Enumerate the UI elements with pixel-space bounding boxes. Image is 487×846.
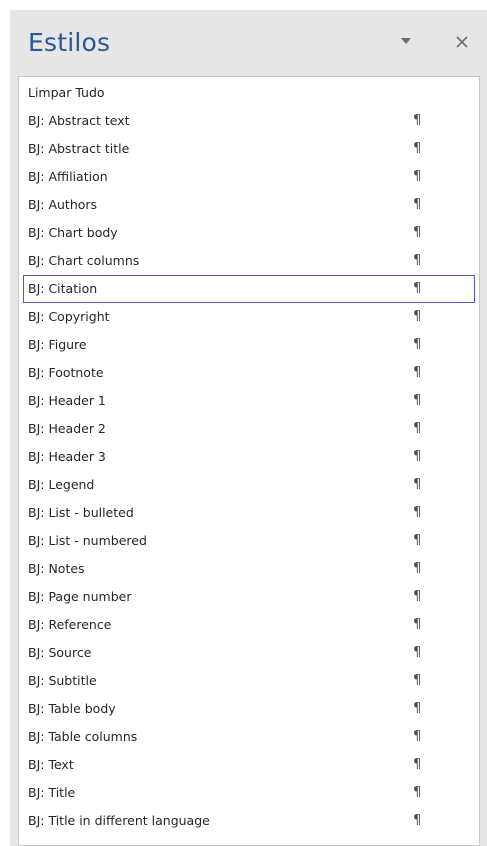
clear-all-item[interactable]: Limpar Tudo xyxy=(23,79,475,107)
paragraph-mark-icon: ¶ xyxy=(413,169,422,184)
paragraph-mark-icon: ¶ xyxy=(413,617,422,632)
paragraph-mark-icon: ¶ xyxy=(413,533,422,548)
style-item[interactable]: BJ: Abstract title ¶ xyxy=(23,135,475,163)
paragraph-mark-icon: ¶ xyxy=(413,113,422,128)
style-item[interactable]: BJ: List - bulleted ¶ xyxy=(23,499,475,527)
paragraph-mark-icon: ¶ xyxy=(413,393,422,408)
style-item[interactable]: BJ: Header 2 ¶ xyxy=(23,415,475,443)
style-item-label: BJ: Authors xyxy=(28,197,98,212)
style-item[interactable]: BJ: Table columns ¶ xyxy=(23,723,475,751)
pane-options-button[interactable] xyxy=(396,32,416,52)
style-item-label: BJ: Text xyxy=(28,757,74,772)
style-item-label: BJ: Abstract title xyxy=(28,141,130,156)
style-item-label: BJ: Footnote xyxy=(28,365,104,380)
style-item-label: BJ: Table body xyxy=(28,701,116,716)
pane-header: Estilos xyxy=(10,10,487,78)
paragraph-mark-icon: ¶ xyxy=(413,729,422,744)
paragraph-mark-icon: ¶ xyxy=(413,421,422,436)
style-item[interactable]: BJ: Footnote ¶ xyxy=(23,359,475,387)
paragraph-mark-icon: ¶ xyxy=(413,589,422,604)
style-item[interactable]: BJ: Reference ¶ xyxy=(23,611,475,639)
paragraph-mark-icon: ¶ xyxy=(413,365,422,380)
style-item[interactable]: BJ: Chart body ¶ xyxy=(23,219,475,247)
style-item[interactable]: BJ: Citation ¶ xyxy=(23,275,475,303)
paragraph-mark-icon: ¶ xyxy=(413,701,422,716)
style-item[interactable]: BJ: Source ¶ xyxy=(23,639,475,667)
pane-title: Estilos xyxy=(28,28,111,57)
paragraph-mark-icon: ¶ xyxy=(413,449,422,464)
style-item[interactable]: BJ: Header 1 ¶ xyxy=(23,387,475,415)
styles-list[interactable]: Limpar Tudo BJ: Abstract text ¶ BJ: Abstrac… xyxy=(18,76,480,846)
style-item-label: BJ: Notes xyxy=(28,561,85,576)
style-item-label: BJ: List - numbered xyxy=(28,533,147,548)
paragraph-mark-icon: ¶ xyxy=(413,505,422,520)
paragraph-mark-icon: ¶ xyxy=(413,477,422,492)
style-item-label: BJ: Chart body xyxy=(28,225,118,240)
style-item-label: BJ: List - bulleted xyxy=(28,505,134,520)
style-item[interactable]: BJ: Text ¶ xyxy=(23,751,475,779)
paragraph-mark-icon: ¶ xyxy=(413,141,422,156)
style-item-label: BJ: Subtitle xyxy=(28,673,97,688)
style-item[interactable]: BJ: Subtitle ¶ xyxy=(23,667,475,695)
style-item[interactable]: BJ: Page number ¶ xyxy=(23,583,475,611)
paragraph-mark-icon: ¶ xyxy=(413,309,422,324)
paragraph-mark-icon: ¶ xyxy=(413,197,422,212)
style-item-label: BJ: Title xyxy=(28,785,76,800)
style-item[interactable]: BJ: Title in different language ¶ xyxy=(23,807,475,835)
style-item-label: Limpar Tudo xyxy=(28,85,105,100)
paragraph-mark-icon: ¶ xyxy=(413,785,422,800)
paragraph-mark-icon: ¶ xyxy=(413,561,422,576)
close-icon xyxy=(456,36,468,48)
style-item-label: BJ: Table columns xyxy=(28,729,138,744)
paragraph-mark-icon: ¶ xyxy=(413,225,422,240)
style-item-label: BJ: Abstract text xyxy=(28,113,130,128)
paragraph-mark-icon: ¶ xyxy=(413,673,422,688)
style-item-label: BJ: Affiliation xyxy=(28,169,108,184)
style-item-label: BJ: Source xyxy=(28,645,92,660)
style-item[interactable]: BJ: Chart columns ¶ xyxy=(23,247,475,275)
style-item-label: BJ: Citation xyxy=(28,281,98,296)
paragraph-mark-icon: ¶ xyxy=(413,813,422,828)
style-item[interactable]: BJ: Title ¶ xyxy=(23,779,475,807)
style-item-label: BJ: Legend xyxy=(28,477,95,492)
style-item[interactable]: BJ: Figure ¶ xyxy=(23,331,475,359)
style-item[interactable]: BJ: Header 3 ¶ xyxy=(23,443,475,471)
paragraph-mark-icon: ¶ xyxy=(413,645,422,660)
style-item[interactable]: BJ: Legend ¶ xyxy=(23,471,475,499)
style-item[interactable]: BJ: Authors ¶ xyxy=(23,191,475,219)
style-item-label: BJ: Header 3 xyxy=(28,449,106,464)
style-item-label: BJ: Title in different language xyxy=(28,813,210,828)
style-item[interactable]: BJ: Abstract text ¶ xyxy=(23,107,475,135)
style-item-label: BJ: Copyright xyxy=(28,309,110,324)
close-pane-button[interactable] xyxy=(452,32,472,52)
paragraph-mark-icon: ¶ xyxy=(413,281,422,296)
style-item[interactable]: BJ: List - numbered ¶ xyxy=(23,527,475,555)
paragraph-mark-icon: ¶ xyxy=(413,337,422,352)
style-item-label: BJ: Figure xyxy=(28,337,87,352)
style-item-label: BJ: Reference xyxy=(28,617,112,632)
styles-pane: Estilos Limpar Tudo BJ: Abstract text ¶ BJ:… xyxy=(10,10,487,846)
style-item[interactable]: BJ: Copyright ¶ xyxy=(23,303,475,331)
style-item[interactable]: BJ: Table body ¶ xyxy=(23,695,475,723)
chevron-down-icon xyxy=(401,38,411,44)
style-item-label: BJ: Header 2 xyxy=(28,421,106,436)
paragraph-mark-icon: ¶ xyxy=(413,757,422,772)
style-item[interactable]: BJ: Affiliation ¶ xyxy=(23,163,475,191)
style-item-label: BJ: Header 1 xyxy=(28,393,106,408)
style-item-label: BJ: Page number xyxy=(28,589,132,604)
style-item[interactable]: BJ: Notes ¶ xyxy=(23,555,475,583)
paragraph-mark-icon: ¶ xyxy=(413,253,422,268)
style-item-label: BJ: Chart columns xyxy=(28,253,140,268)
